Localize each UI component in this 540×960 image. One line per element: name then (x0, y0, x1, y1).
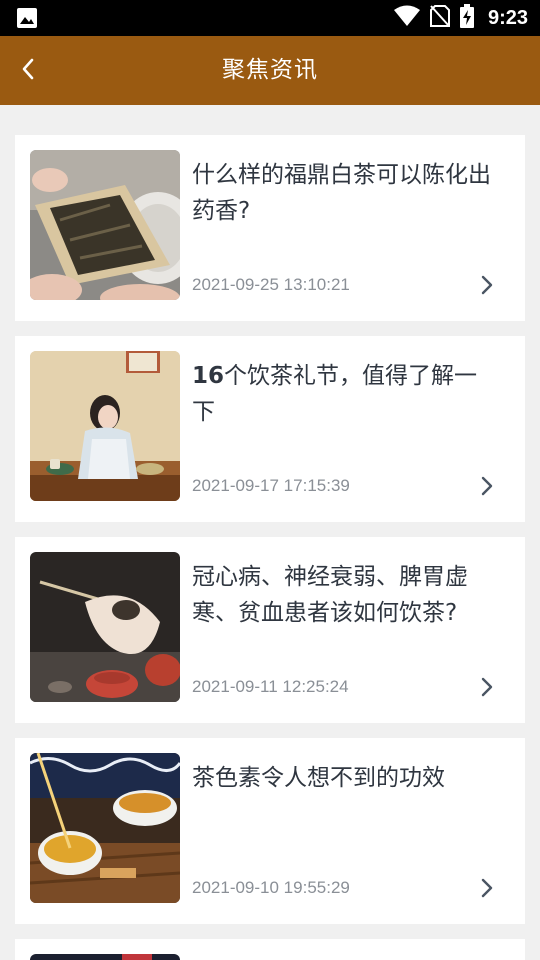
woman-tea-ceremony-image (30, 351, 180, 501)
chevron-right-icon (481, 677, 493, 697)
article-thumbnail (30, 954, 180, 960)
article-title: 什么样的福鼎白茶可以陈化出药香? (192, 162, 491, 224)
chevron-right-icon (481, 275, 493, 295)
article-title-number: 16 (192, 363, 225, 389)
article-date: 2021-09-25 13:10:21 (192, 275, 350, 294)
article-thumbnail (30, 150, 180, 300)
battery-charging-icon (459, 4, 474, 32)
chevron-right-icon (481, 878, 493, 898)
article-thumbnail (30, 753, 180, 903)
article-list[interactable]: 什么样的福鼎白茶可以陈化出药香? 2021-09-25 13:10:21 16个… (15, 135, 525, 960)
article-title: 茶色素令人想不到的功效 (192, 765, 445, 791)
article-title: 冠心病、神经衰弱、脾胃虚寒、贫血患者该如何饮茶? (192, 564, 468, 626)
article-card[interactable]: 茶色素令人想不到的功效 2021-09-10 19:55:29 (15, 738, 525, 924)
app-bar: 聚焦资讯 (0, 36, 540, 105)
article-date: 2021-09-17 17:15:39 (192, 476, 350, 495)
article-card[interactable]: 冠心病、神经衰弱、脾胃虚寒、贫血患者该如何饮茶? 2021-09-11 12:2… (15, 537, 525, 723)
article-date: 2021-09-10 19:55:29 (192, 878, 350, 897)
article-card[interactable] (15, 939, 525, 960)
tea-leaves-tray-image (30, 150, 180, 300)
page-title: 聚焦资讯 (222, 57, 318, 83)
status-bar: 9:23 (0, 0, 540, 36)
image-notification-icon (16, 7, 38, 29)
pouring-tea-cups-image (30, 753, 180, 903)
article-title: 16个饮茶礼节，值得了解一下 (192, 358, 492, 430)
status-time: 9:23 (487, 6, 528, 29)
wifi-icon (393, 5, 420, 31)
article-title-text: 个饮茶礼节，值得了解一下 (192, 363, 478, 425)
article-card[interactable]: 什么样的福鼎白茶可以陈化出药香? 2021-09-25 13:10:21 (15, 135, 525, 321)
article-thumbnail (30, 552, 180, 702)
no-sim-icon (429, 4, 450, 32)
article-date: 2021-09-11 12:25:24 (192, 677, 349, 696)
article-card[interactable]: 16个饮茶礼节，值得了解一下 2021-09-17 17:15:39 (15, 336, 525, 522)
chevron-right-icon (481, 476, 493, 496)
article-thumbnail (30, 351, 180, 501)
tea-pot-hand-image (30, 552, 180, 702)
